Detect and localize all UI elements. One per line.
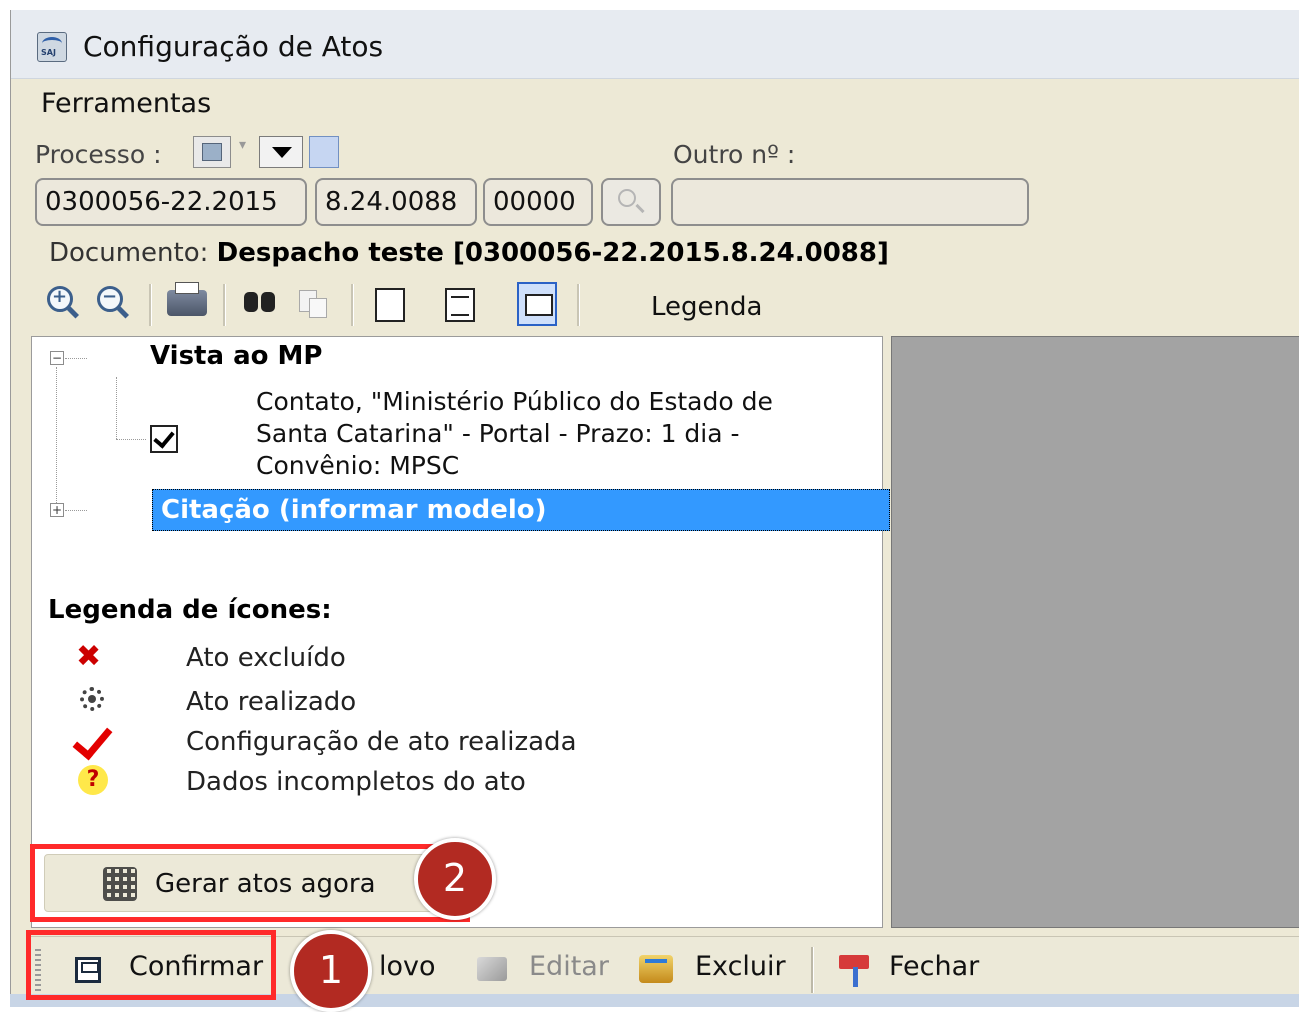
tree-node-vista-mp[interactable]: Vista ao MP [150,341,322,371]
toolbar-separator [149,284,152,326]
excluir-button[interactable]: Excluir [695,951,786,982]
editar-button[interactable]: Editar [529,951,609,982]
legend-row: Ato realizado [72,685,772,723]
zoom-out-icon[interactable]: − [93,282,133,322]
binoculars-icon[interactable] [241,282,281,322]
toolbar-separator [351,284,354,326]
expand-icon[interactable]: + [50,503,64,517]
tree-connector [56,367,57,513]
tree-connector [116,439,146,440]
checkmark-icon [72,718,113,761]
menu-bar: Ferramentas [11,80,1299,130]
step-badge-2: 2 [414,838,496,920]
documento-label: Documento: [49,238,209,268]
processo-number-field[interactable]: 0300056-22.2015 [35,178,307,226]
outro-numero-label: Outro nº : [673,140,796,169]
page-view-wide-icon[interactable] [517,282,557,326]
collapse-icon[interactable]: − [50,351,64,365]
app-icon [37,32,67,62]
processo-square-button[interactable] [309,136,339,168]
page-view-single-icon[interactable] [375,288,405,322]
preview-panel [891,336,1299,928]
processo-dropdown-button[interactable] [259,136,303,168]
ato-description-line: Contato, "Ministério Público do Estado d… [256,387,773,416]
toolbar-separator [577,284,580,326]
documento-line: Documento: Despacho teste [0300056-22.20… [49,238,889,268]
title-bar: Configuração de Atos [11,10,1299,79]
fechar-label: Fechar [889,951,980,982]
question-icon: ? [78,765,108,795]
fechar-button[interactable]: Fechar [889,951,979,982]
processo-origin-field[interactable]: 00000 [483,178,593,226]
tree-connector [65,510,87,511]
page-view-lines-icon[interactable] [445,288,475,322]
legend-text: Ato excluído [186,643,346,673]
outro-numero-field[interactable] [671,178,1029,226]
legend-title: Legenda de ícones: [48,595,332,625]
confirmar-highlight-box [26,930,276,1000]
legend-row: ? Dados incompletos do ato [72,765,772,803]
edit-icon [477,957,507,981]
gear-icon [80,687,104,711]
print-icon[interactable] [167,282,207,316]
toolbar: + − Legenda [31,278,1291,330]
ato-checkbox[interactable] [150,425,178,453]
documento-value: Despacho teste [0300056-22.2015.8.24.008… [216,238,889,268]
excluir-label: Excluir [695,951,786,982]
novo-label: lovo [379,951,436,982]
novo-button[interactable]: lovo [379,951,436,982]
processo-dim-arrow-icon: ▾ [239,137,247,153]
menu-ferramentas[interactable]: Ferramentas [41,88,211,119]
processo-segment-field[interactable]: 8.24.0088 [315,178,477,226]
tree-connector [116,377,117,439]
window-title: Configuração de Atos [83,30,384,63]
ato-description-line: Santa Catarina" - Portal - Prazo: 1 dia … [256,419,740,448]
delete-icon [639,955,673,983]
legend-text: Ato realizado [186,687,357,717]
processo-type-icon[interactable] [193,136,231,168]
step-badge-1: 1 [290,930,372,1012]
tree-connector [65,358,87,359]
legend-row: Configuração de ato realizada [72,718,772,763]
toolbar-separator [811,947,814,993]
gerar-highlight-box [30,844,470,922]
tree-node-citacao[interactable]: Citação (informar modelo) [152,489,890,531]
toolbar-separator [223,284,226,326]
legend-text: Configuração de ato realizada [186,727,577,757]
close-flag-icon [839,953,875,987]
search-button[interactable] [601,178,661,226]
x-icon: ✖ [76,639,102,674]
ato-description-line: Convênio: MPSC [256,451,460,480]
copy-icon[interactable] [293,282,333,322]
legend-text: Dados incompletos do ato [186,767,526,797]
editar-label: Editar [529,951,609,982]
legend-row: ✖ Ato excluído [72,639,772,679]
processo-label: Processo : [35,140,162,169]
legenda-button[interactable]: Legenda [651,292,762,322]
zoom-in-icon[interactable]: + [43,282,83,322]
